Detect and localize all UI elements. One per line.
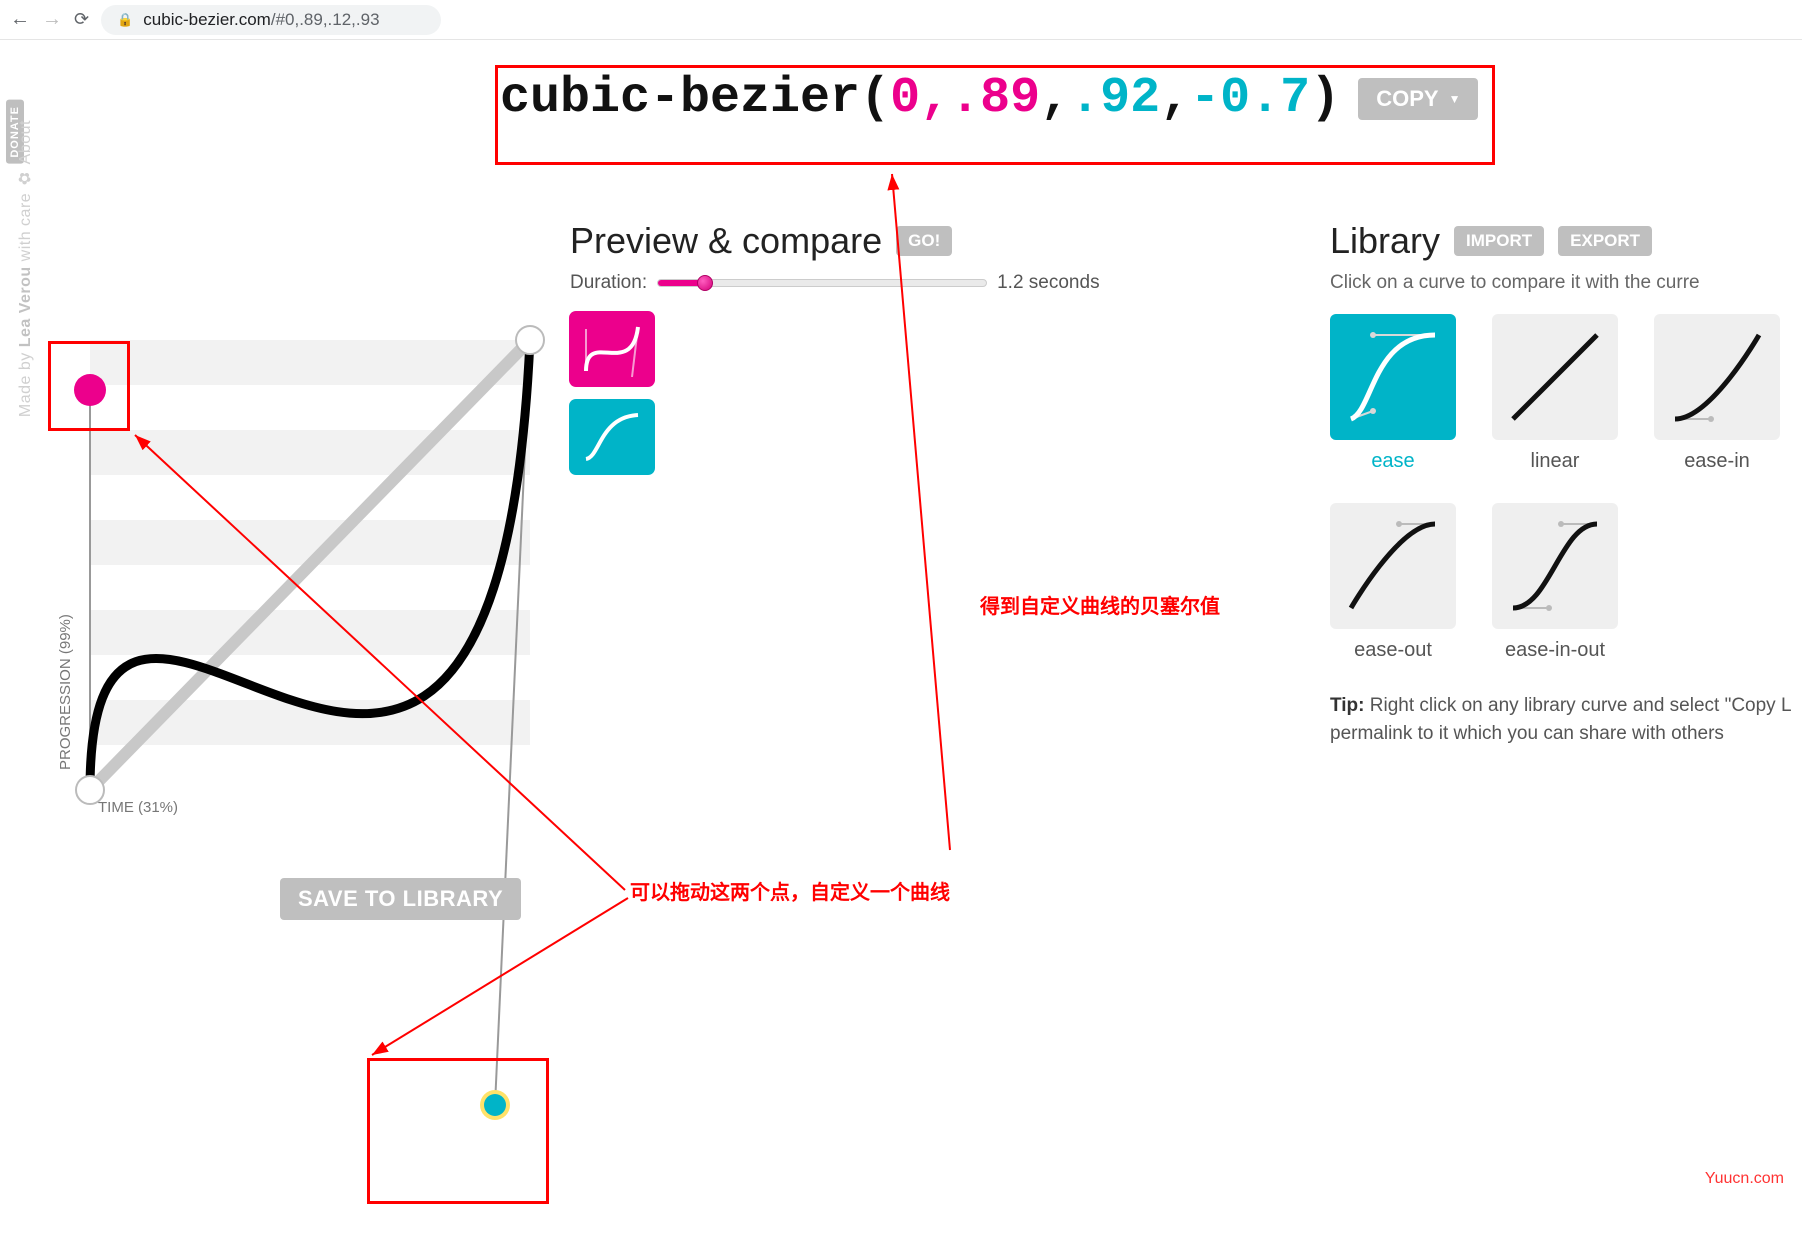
back-button[interactable]: ← (10, 8, 30, 31)
bezier-expression: cubic-bezier(0,.89,.92,-0.7) (500, 70, 1340, 127)
library-item-ease-out[interactable]: ease-out (1330, 503, 1456, 662)
time-axis-label: TIME (31%) (98, 799, 178, 816)
address-bar[interactable]: 🔒 cubic-bezier.com/#0,.89,.12,.93 (101, 5, 441, 35)
library-heading: Library (1330, 220, 1440, 262)
duration-value: 1.2 seconds (997, 272, 1099, 294)
import-button[interactable]: IMPORT (1454, 226, 1544, 256)
library-section: Library IMPORT EXPORT Click on a curve t… (1330, 220, 1802, 747)
browser-chrome: ← → ⟳ 🔒 cubic-bezier.com/#0,.89,.12,.93 (0, 0, 1802, 40)
forward-button[interactable]: → (42, 8, 62, 31)
library-tip: Tip: Right click on any library curve an… (1330, 692, 1802, 747)
go-button[interactable]: GO! (896, 226, 952, 256)
preview-swatch-library[interactable] (570, 400, 654, 474)
endpoint-end (516, 326, 544, 354)
control-point-p2[interactable] (484, 1094, 506, 1116)
export-button[interactable]: EXPORT (1558, 226, 1652, 256)
library-item-ease-in-out[interactable]: ease-in-out (1492, 503, 1618, 662)
url-path: /#0,.89,.12,.93 (271, 10, 380, 29)
bezier-title-row: cubic-bezier(0,.89,.92,-0.7) COPY▼ (500, 70, 1478, 127)
curve-editor[interactable]: PROGRESSION (99%) TIME (31%) SAVE TO LIB… (40, 290, 540, 1195)
annotation-text-1: 得到自定义曲线的贝塞尔值 (980, 590, 1220, 619)
preview-section: Preview & compare GO! Duration: 1.2 seco… (570, 220, 1170, 488)
annotation-text-2: 可以拖动这两个点，自定义一个曲线 (630, 876, 950, 905)
library-grid: ease linear ease-in ease-out ease-in-out (1330, 314, 1802, 662)
library-note: Click on a curve to compare it with the … (1330, 272, 1802, 294)
duration-label: Duration: (570, 272, 647, 294)
reload-button[interactable]: ⟳ (74, 9, 89, 30)
url-host: cubic-bezier.com (143, 10, 271, 29)
preview-swatch-custom[interactable] (570, 312, 654, 386)
watermark: Yuucn.com (1705, 1170, 1784, 1188)
control-point-p1[interactable] (74, 374, 106, 406)
made-by: Made by Lea Verou with care ✿ About (16, 120, 35, 417)
chevron-down-icon: ▼ (1449, 92, 1461, 106)
library-item-linear[interactable]: linear (1492, 314, 1618, 473)
library-item-ease[interactable]: ease (1330, 314, 1456, 473)
copy-button[interactable]: COPY▼ (1358, 78, 1478, 120)
library-item-ease-in[interactable]: ease-in (1654, 314, 1780, 473)
preview-heading: Preview & compare (570, 220, 882, 262)
save-to-library-button[interactable]: SAVE TO LIBRARY (280, 878, 521, 920)
duration-slider[interactable] (657, 272, 987, 294)
lock-icon: 🔒 (117, 12, 133, 28)
progression-axis-label: PROGRESSION (99%) (57, 614, 74, 770)
